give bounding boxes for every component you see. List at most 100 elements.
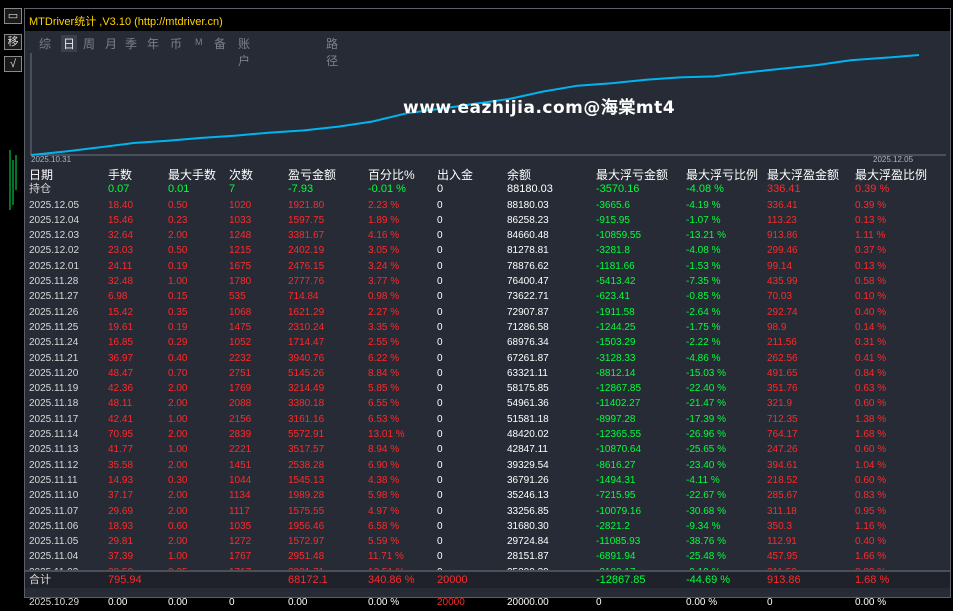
tab-7[interactable]: M <box>195 37 203 47</box>
table-cell: 1921.80 <box>288 199 325 211</box>
table-cell: 0.13 % <box>855 214 887 226</box>
table-cell: 37.39 <box>108 551 134 563</box>
table-cell: 1068 <box>229 306 252 318</box>
chart-start-date: 2025.10.31 <box>31 155 72 164</box>
tab-2[interactable]: 周 <box>83 35 95 52</box>
table-cell: 5572.91 <box>288 429 325 441</box>
table-cell: -4.19 % <box>686 199 721 211</box>
table-cell: 71286.58 <box>507 321 549 333</box>
table-cell: 76400.47 <box>507 276 549 288</box>
table-cell: 0.39 % <box>855 183 890 196</box>
table-row: 2025.11.11 14.93 0.30 1044 1545.13 4.38 % 0 367… <box>25 473 950 488</box>
total-cell: 340.86 % <box>368 574 415 586</box>
table-cell: 1621.29 <box>288 306 325 318</box>
table-cell: 0 <box>437 183 444 196</box>
table-cell: -6891.94 <box>596 551 636 563</box>
table-cell: 0.19 <box>168 321 188 333</box>
table-cell: 2221 <box>229 444 252 456</box>
table-cell: 4.38 % <box>368 474 400 486</box>
table-cell: 16.85 <box>108 337 134 349</box>
table-cell: 0.40 % <box>855 536 887 548</box>
table-cell: 0.35 <box>168 306 188 318</box>
total-cell: 68172.1 <box>288 574 328 586</box>
tab-5[interactable]: 年 <box>147 35 159 52</box>
table-row: 2025.11.21 36.97 0.40 2232 3940.76 6.22 % 0 672… <box>25 351 950 366</box>
move-button[interactable]: 移 <box>4 34 22 50</box>
table-cell: 1714.47 <box>288 337 325 349</box>
table-cell: -8616.27 <box>596 459 636 471</box>
table-cell: 0 <box>437 520 443 532</box>
table-cell: -11402.27 <box>596 398 641 410</box>
table-cell: 0.15 <box>168 291 188 303</box>
column-header: 百分比% <box>368 168 415 182</box>
table-row: 2025.11.28 32.48 1.00 1780 2777.76 3.77 % 0 764… <box>25 274 950 289</box>
table-cell: 63321.11 <box>507 367 548 379</box>
table-cell: 1134 <box>229 490 251 502</box>
table-cell: 3517.57 <box>288 444 325 456</box>
table-cell: 1215 <box>229 245 252 257</box>
table-cell: 3161.16 <box>288 413 325 425</box>
table-cell: -7.93 <box>288 183 314 196</box>
table-cell: -7215.95 <box>596 490 636 502</box>
table-cell: 112.91 <box>767 536 797 548</box>
table-cell: 0.10 % <box>855 291 887 303</box>
table-cell: 41.77 <box>108 444 134 456</box>
tab-3[interactable]: 月 <box>105 35 117 52</box>
table-cell: 19.61 <box>108 321 134 333</box>
tab-1[interactable]: 日 <box>61 35 78 52</box>
table-cell: -26.96 % <box>686 429 727 441</box>
table-cell: 1.00 <box>168 444 188 456</box>
table-cell: -1244.25 <box>596 321 636 333</box>
window-icon: ▭ <box>7 10 19 22</box>
table-cell: 3.35 % <box>368 321 400 333</box>
horizontal-scrollbar[interactable] <box>25 588 950 597</box>
table-cell: 2025.11.19 <box>29 383 79 395</box>
table-cell: -21.47 % <box>686 398 727 410</box>
table-cell: -8997.28 <box>596 413 636 425</box>
table-cell: 5145.26 <box>288 367 325 379</box>
column-header: 最大浮亏金额 <box>596 168 669 182</box>
table-cell: 68976.34 <box>507 337 549 349</box>
table-cell: 0 <box>437 321 443 333</box>
table-cell: 2025.11.06 <box>29 520 79 532</box>
table-cell: 2025.11.20 <box>29 367 79 379</box>
table-cell: 1272 <box>229 536 252 548</box>
total-cell: -12867.85 <box>596 574 646 586</box>
window-restore-button[interactable]: ▭ <box>4 8 22 24</box>
table-row: 2025.11.12 35.58 2.00 1451 2538.28 6.90 % 0 393… <box>25 458 950 473</box>
table-cell: 37.17 <box>108 490 134 502</box>
watermark-text: www.eazhijia.com@海棠mt4 <box>403 98 676 118</box>
table-cell: 1.16 % <box>855 520 887 532</box>
tab-8[interactable]: 备 <box>214 35 226 52</box>
table-cell: 6.58 % <box>368 520 400 532</box>
table-cell: 2839 <box>229 429 252 441</box>
column-header: 最大手数 <box>168 168 217 182</box>
table-cell: 0 <box>437 551 443 563</box>
table-cell: 2.00 <box>168 536 188 548</box>
table-cell: 0.39 % <box>855 199 887 211</box>
table-cell: 1.00 <box>168 413 188 425</box>
table-row: 2025.11.26 15.42 0.35 1068 1621.29 2.27 % 0 729… <box>25 305 950 320</box>
table-cell: 0.95 % <box>855 505 887 517</box>
table-cell: 1.11 % <box>855 230 886 242</box>
table-cell: 1572.97 <box>288 536 325 548</box>
table-cell: 0 <box>437 505 443 517</box>
tab-0[interactable]: 综 <box>39 35 51 52</box>
table-cell: 336.41 <box>767 199 798 211</box>
table-cell: -0.85 % <box>686 291 721 303</box>
table-cell: 0.60 % <box>855 398 887 410</box>
check-button[interactable]: √ <box>4 56 22 72</box>
tab-4[interactable]: 季 <box>125 35 137 52</box>
table-cell: 712.35 <box>767 413 798 425</box>
table-cell: 247.26 <box>767 444 798 456</box>
table-cell: 535 <box>229 291 246 303</box>
tab-6[interactable]: 币 <box>170 35 182 52</box>
column-header: 盈亏金额 <box>288 168 337 182</box>
table-cell: 2025.11.18 <box>29 398 79 410</box>
table-cell: 0.31 % <box>855 337 887 349</box>
table-cell: 2.00 <box>168 459 188 471</box>
table-cell: -15.03 % <box>686 367 727 379</box>
column-header: 日期 <box>29 168 54 182</box>
table-cell: -8812.14 <box>596 367 636 379</box>
table-cell: 1.00 <box>168 276 188 288</box>
